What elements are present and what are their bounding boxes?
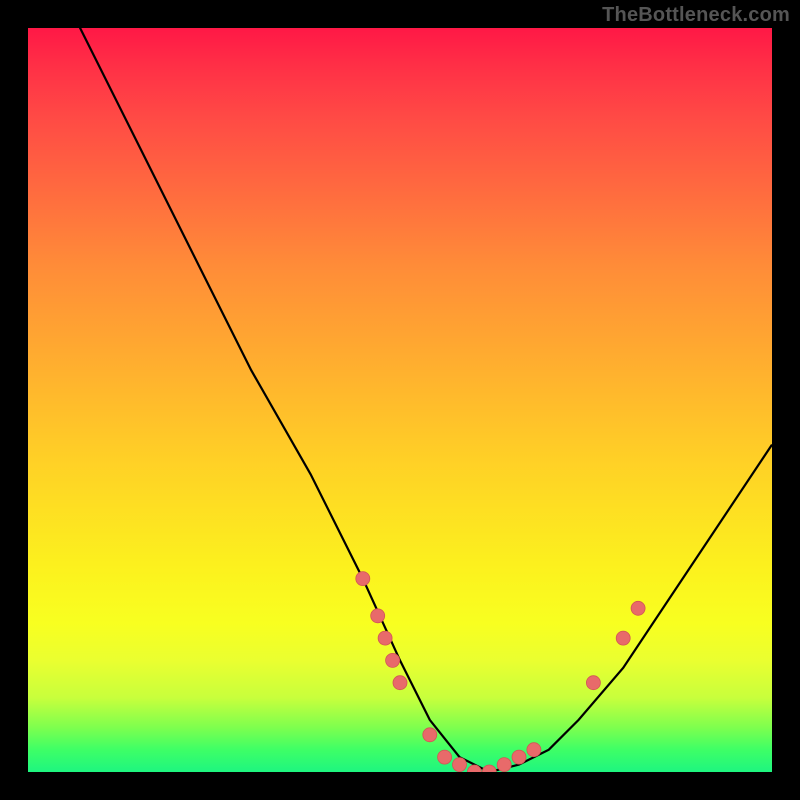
data-marker <box>423 728 437 742</box>
data-marker <box>371 609 385 623</box>
data-marker <box>527 743 541 757</box>
data-marker <box>616 631 630 645</box>
data-marker <box>586 676 600 690</box>
data-marker <box>512 750 526 764</box>
data-marker <box>482 765 496 772</box>
data-marker <box>631 601 645 615</box>
chart-root: TheBottleneck.com <box>0 0 800 800</box>
bottleneck-chart-svg <box>28 28 772 772</box>
data-marker <box>438 750 452 764</box>
data-marker <box>378 631 392 645</box>
watermark-text: TheBottleneck.com <box>602 4 790 27</box>
data-marker <box>393 676 407 690</box>
plot-area <box>28 28 772 772</box>
marker-group <box>356 572 645 772</box>
data-marker <box>453 758 467 772</box>
data-marker <box>386 653 400 667</box>
data-marker <box>497 758 511 772</box>
data-marker <box>356 572 370 586</box>
